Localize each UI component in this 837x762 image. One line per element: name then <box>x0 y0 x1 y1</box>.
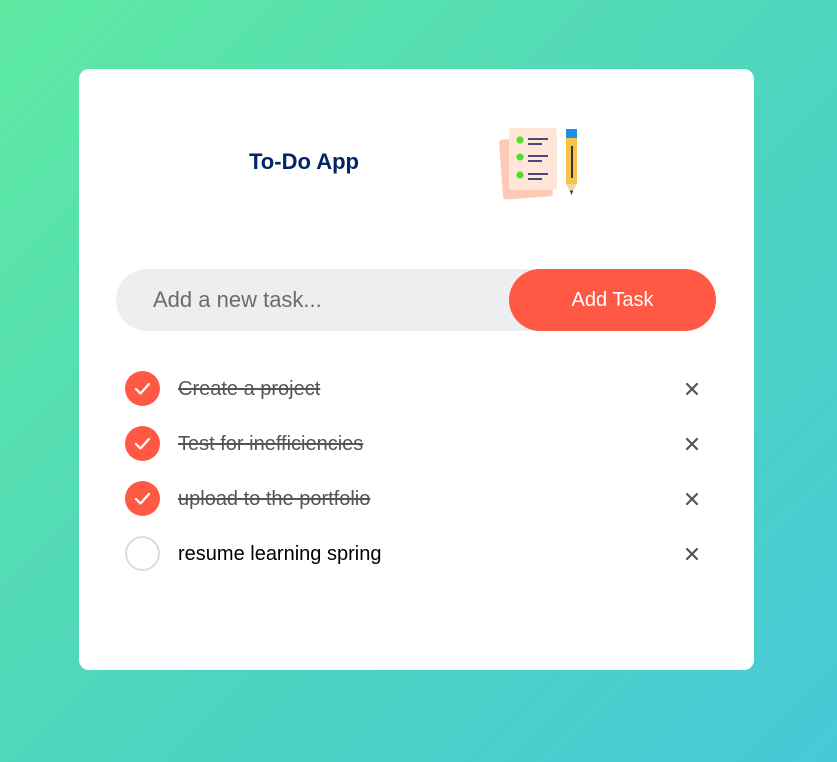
task-item[interactable]: Create a project <box>125 362 705 417</box>
todo-card: To-Do App Add Task Create a project <box>79 69 754 670</box>
close-icon[interactable] <box>682 434 702 454</box>
close-icon[interactable] <box>682 489 702 509</box>
add-task-button[interactable]: Add Task <box>509 269 716 331</box>
task-item[interactable]: upload to the portfolio <box>125 472 705 527</box>
checklist-with-pencil-icon <box>499 128 577 200</box>
app-title: To-Do App <box>249 149 359 174</box>
task-item[interactable]: Test for inefficiencies <box>125 417 705 472</box>
unchecked-circle-icon[interactable] <box>125 536 160 571</box>
task-text: upload to the portfolio <box>178 488 371 510</box>
close-icon[interactable] <box>682 379 702 399</box>
checked-circle-icon[interactable] <box>125 426 160 461</box>
checked-circle-icon[interactable] <box>125 481 160 516</box>
task-text: Test for inefficiencies <box>178 433 364 455</box>
close-icon[interactable] <box>682 544 702 564</box>
task-list: Create a project Test for inefficiencies… <box>125 362 705 582</box>
task-text: resume learning spring <box>178 543 382 565</box>
task-input-row: Add Task <box>116 269 716 331</box>
task-item[interactable]: resume learning spring <box>125 527 705 582</box>
task-input[interactable] <box>116 269 509 331</box>
checked-circle-icon[interactable] <box>125 371 160 406</box>
task-text: Create a project <box>178 378 321 400</box>
